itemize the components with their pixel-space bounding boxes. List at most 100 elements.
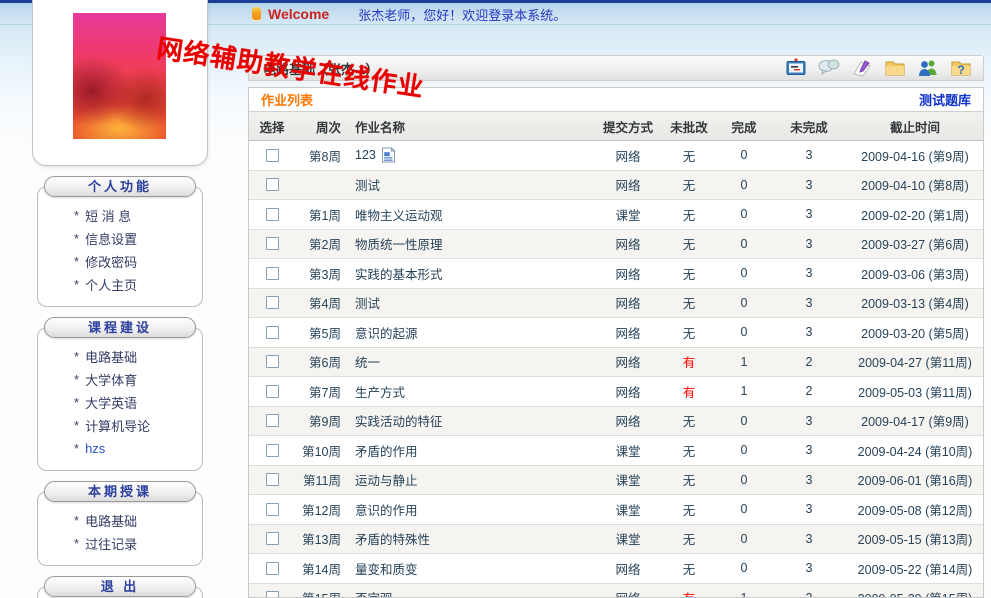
homework-name[interactable]: 实践活动的特征 <box>355 411 443 430</box>
sidebar-item[interactable]: *信息设置 <box>74 227 202 250</box>
test-bank-link[interactable]: 测试题库 <box>919 90 971 109</box>
deadline-cell: 2009-04-10 (第8周) <box>847 171 983 200</box>
sidebar-section: 课程建设*电路基础*大学体育*大学英语*计算机导论*hzs <box>0 317 240 471</box>
homework-name[interactable]: 矛盾的作用 <box>355 441 418 460</box>
ungraded-cell: 无 <box>661 171 717 200</box>
row-checkbox[interactable] <box>266 355 279 368</box>
undone-cell: 3 <box>771 318 847 347</box>
ungraded-cell: 无 <box>661 289 717 318</box>
undone-cell: 3 <box>771 171 847 200</box>
select-cell <box>249 318 295 347</box>
method-cell: 课堂 <box>595 495 661 524</box>
select-cell <box>249 584 295 598</box>
sidebar-item[interactable]: *计算机导论 <box>74 414 202 437</box>
deadline-cell: 2009-03-06 (第3周) <box>847 259 983 288</box>
homework-name[interactable]: 测试 <box>355 293 380 312</box>
word-doc-icon[interactable] <box>381 147 396 163</box>
help-icon[interactable]: ? <box>949 57 973 79</box>
homework-name[interactable]: 矛盾的特殊性 <box>355 529 430 548</box>
sidebar-item[interactable]: *过往记录 <box>74 532 202 555</box>
board-icon[interactable] <box>784 57 808 79</box>
sidebar-item-label: 信息设置 <box>85 229 137 248</box>
sidebar-item[interactable]: *电路基础 <box>74 509 202 532</box>
undone-cell: 3 <box>771 407 847 436</box>
ungraded-cell: 有 <box>661 348 717 377</box>
deadline-cell: 2009-03-13 (第4周) <box>847 289 983 318</box>
sidebar-item[interactable]: *hzs <box>74 437 202 460</box>
undone-cell: 2 <box>771 348 847 377</box>
sidebar-item[interactable]: *修改密码 <box>74 250 202 273</box>
deadline-cell: 2009-06-01 (第16周) <box>847 466 983 495</box>
homework-name-cell: 意识的作用 <box>345 495 595 524</box>
bullet-icon: * <box>74 395 79 410</box>
course-title: 电路基础（张杰-1） <box>263 59 379 78</box>
done-cell: 0 <box>717 525 771 554</box>
select-cell <box>249 230 295 259</box>
list-title: 作业列表 <box>261 90 313 109</box>
week-cell: 第1周 <box>295 200 345 229</box>
row-checkbox[interactable] <box>266 414 279 427</box>
homework-name[interactable]: 意识的起源 <box>355 323 418 342</box>
sidebar-item[interactable]: *大学英语 <box>74 391 202 414</box>
table-row: 第13周矛盾的特殊性课堂无032009-05-15 (第13周) <box>249 525 983 555</box>
row-checkbox[interactable] <box>266 444 279 457</box>
deadline-cell: 2009-04-17 (第9周) <box>847 407 983 436</box>
method-cell: 课堂 <box>595 525 661 554</box>
homework-name[interactable]: 统一 <box>355 352 380 371</box>
chat-icon[interactable] <box>817 57 841 79</box>
folder-icon[interactable] <box>883 57 907 79</box>
week-cell: 第10周 <box>295 436 345 465</box>
method-cell: 网络 <box>595 584 661 598</box>
bullet-icon: * <box>74 349 79 364</box>
select-cell <box>249 407 295 436</box>
homework-name[interactable]: 测试 <box>355 175 380 194</box>
ungraded-cell: 无 <box>661 318 717 347</box>
homework-name[interactable]: 生产方式 <box>355 382 405 401</box>
deadline-cell: 2009-04-27 (第11周) <box>847 348 983 377</box>
users-icon[interactable] <box>916 57 940 79</box>
deadline-cell: 2009-05-15 (第13周) <box>847 525 983 554</box>
table-row: 第8周123网络无032009-04-16 (第9周) <box>249 141 983 171</box>
row-checkbox[interactable] <box>266 532 279 545</box>
row-checkbox[interactable] <box>266 237 279 250</box>
edit-icon[interactable] <box>850 57 874 79</box>
undone-cell: 2 <box>771 377 847 406</box>
homework-name[interactable]: 运动与静止 <box>355 470 418 489</box>
row-checkbox[interactable] <box>266 503 279 516</box>
homework-name[interactable]: 实践的基本形式 <box>355 264 443 283</box>
row-checkbox[interactable] <box>266 149 279 162</box>
undone-cell: 3 <box>771 200 847 229</box>
homework-name[interactable]: 量变和质变 <box>355 559 418 578</box>
sidebar-item[interactable]: *个人主页 <box>74 273 202 296</box>
deadline-cell: 2009-04-24 (第10周) <box>847 436 983 465</box>
done-cell: 0 <box>717 200 771 229</box>
homework-name[interactable]: 意识的作用 <box>355 500 418 519</box>
homework-name[interactable]: 物质统一性原理 <box>355 234 443 253</box>
homework-name[interactable]: 否定观 <box>355 588 393 598</box>
row-checkbox[interactable] <box>266 326 279 339</box>
row-checkbox[interactable] <box>266 591 279 598</box>
undone-cell: 3 <box>771 289 847 318</box>
row-checkbox[interactable] <box>266 473 279 486</box>
done-cell: 0 <box>717 289 771 318</box>
row-checkbox[interactable] <box>266 208 279 221</box>
homework-name-cell: 测试 <box>345 171 595 200</box>
homework-name-cell: 测试 <box>345 289 595 318</box>
table-row: 第1周唯物主义运动观课堂无032009-02-20 (第1周) <box>249 200 983 230</box>
sidebar-item[interactable]: *短 消 息 <box>74 204 202 227</box>
deadline-cell: 2009-05-03 (第11周) <box>847 377 983 406</box>
table-row: 第10周矛盾的作用课堂无032009-04-24 (第10周) <box>249 436 983 466</box>
homework-name[interactable]: 唯物主义运动观 <box>355 205 443 224</box>
row-checkbox[interactable] <box>266 296 279 309</box>
done-cell: 0 <box>717 259 771 288</box>
homework-name-cell: 生产方式 <box>345 377 595 406</box>
sidebar-item[interactable]: *电路基础 <box>74 345 202 368</box>
row-checkbox[interactable] <box>266 178 279 191</box>
undone-cell: 2 <box>771 584 847 598</box>
sidebar-item-label: hzs <box>85 441 105 456</box>
homework-name[interactable]: 123 <box>355 148 376 162</box>
row-checkbox[interactable] <box>266 267 279 280</box>
row-checkbox[interactable] <box>266 562 279 575</box>
sidebar-item[interactable]: *大学体育 <box>74 368 202 391</box>
row-checkbox[interactable] <box>266 385 279 398</box>
